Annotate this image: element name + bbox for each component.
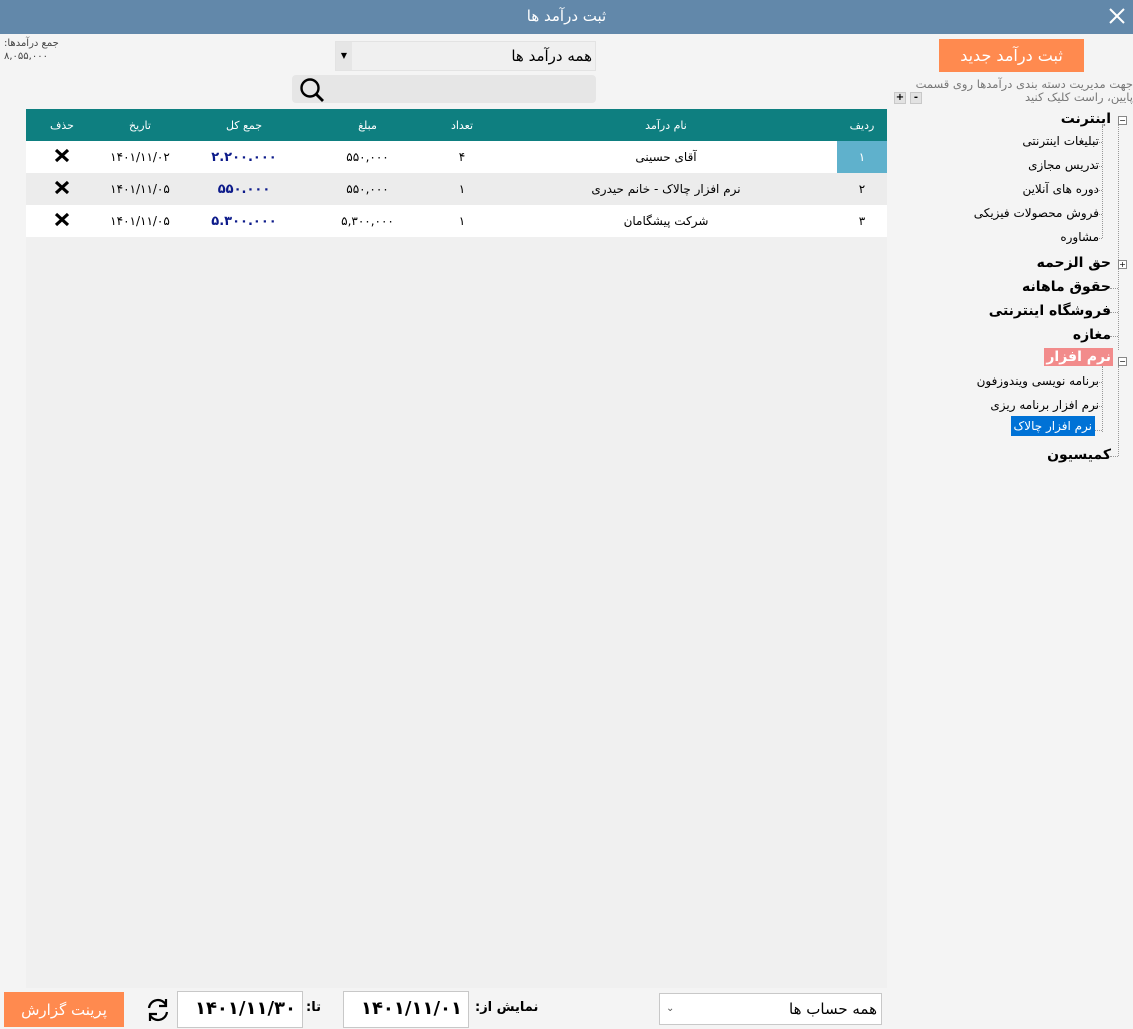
tree-connector — [1110, 312, 1118, 313]
to-date-label: تا: — [306, 1000, 321, 1015]
search-box — [292, 75, 596, 103]
window-title: ثبت درآمد ها — [526, 7, 607, 25]
cell-date: ۱۴۰۱/۱۱/۰۵ — [98, 205, 182, 237]
column-header-total[interactable]: جمع کل — [182, 109, 306, 141]
cell-name: آقای حسینی — [495, 141, 837, 173]
collapse-all-button[interactable]: - — [910, 92, 922, 104]
column-header-date: تاریخ — [98, 109, 182, 141]
from-date-input[interactable]: ۱۴۰۱/۱۱/۰۱ — [343, 991, 469, 1028]
tree-node-online-shop[interactable]: فروشگاه اینترنتی — [989, 303, 1111, 319]
cell-count: ۱ — [429, 205, 495, 237]
close-icon[interactable] — [1105, 4, 1129, 28]
tree-connector — [1118, 124, 1119, 350]
cell-amount: ۵,۳۰۰,۰۰۰ — [306, 205, 429, 237]
income-table: حذف تاریخ جمع کل مبلغ تعداد نام درآمد رد… — [26, 109, 887, 237]
cell-total: ۲.۲۰۰.۰۰۰ — [182, 141, 306, 173]
category-filter-value: همه درآمد ها — [511, 47, 592, 65]
category-tree: − + − اینترنت تبلیغات اینترنتی تدریس مجا… — [887, 108, 1133, 488]
cell-total: ۵.۳۰۰.۰۰۰ — [182, 205, 306, 237]
to-date-input[interactable]: ۱۴۰۱/۱۱/۳۰ — [177, 991, 303, 1028]
cell-amount: ۵۵۰,۰۰۰ — [306, 173, 429, 205]
cell-row-number: ۲ — [837, 173, 887, 205]
tree-node-windowsphone[interactable]: برنامه نویسی ویندوزفون — [977, 374, 1099, 388]
tree-node-commission[interactable]: کمیسیون — [1047, 447, 1111, 463]
chevron-down-icon: ⌄ — [666, 1003, 675, 1014]
collapse-toggle-icon[interactable]: − — [1118, 357, 1127, 366]
collapse-toggle-icon[interactable]: − — [1118, 116, 1127, 125]
tree-node-software-label: نرم افزار — [1044, 348, 1113, 366]
expand-all-button[interactable]: + — [894, 92, 906, 104]
print-report-button[interactable]: پرینت گزارش — [4, 992, 124, 1027]
income-table-area: حذف تاریخ جمع کل مبلغ تعداد نام درآمد رد… — [26, 109, 887, 988]
tree-node-virtual-teaching[interactable]: تدریس مجازی — [1028, 158, 1099, 172]
category-filter-select[interactable]: ▼ همه درآمد ها — [335, 41, 596, 71]
cell-row-number: ۳ — [837, 205, 887, 237]
tree-node-internet[interactable]: اینترنت — [1061, 111, 1111, 127]
category-hint: جهت مدیریت دسته بندی درآمدها روی قسمت پا… — [893, 78, 1133, 104]
cell-name: شرکت پیشگامان — [495, 205, 837, 237]
tree-node-software[interactable]: نرم افزار — [1044, 348, 1113, 366]
account-select-value: همه حساب ها — [789, 1000, 877, 1018]
cell-count: ۱ — [429, 173, 495, 205]
dropdown-arrow-icon: ▼ — [336, 42, 352, 70]
cell-row-number: ۱ — [837, 141, 887, 173]
tree-node-store[interactable]: مغازه — [1073, 327, 1111, 343]
tree-node-planning-software[interactable]: نرم افزار برنامه ریزی — [990, 398, 1099, 412]
account-select[interactable]: ⌄ همه حساب ها — [659, 993, 882, 1025]
tree-connector — [1110, 456, 1118, 457]
expand-toggle-icon[interactable]: + — [1118, 260, 1127, 269]
tree-node-online-courses[interactable]: دوره های آنلاین — [1022, 182, 1099, 196]
total-income-label: جمع درآمدها: — [4, 38, 59, 49]
from-date-label: نمایش از: — [475, 1000, 539, 1015]
total-income-value: ۸,۰۵۵,۰۰۰ — [4, 51, 48, 62]
tree-connector — [1102, 366, 1103, 432]
refresh-icon[interactable] — [144, 996, 172, 1024]
delete-icon[interactable] — [26, 205, 98, 237]
tree-node-salary[interactable]: حقوق ماهانه — [1022, 279, 1111, 295]
column-header-count[interactable]: تعداد — [429, 109, 495, 141]
cell-count: ۴ — [429, 141, 495, 173]
title-bar: ثبت درآمد ها — [0, 0, 1133, 34]
tree-node-chalak-label: نرم افزار چالاک — [1010, 416, 1095, 436]
footer-bar: پرینت گزارش ۱۴۰۱/۱۱/۳۰ تا: ۱۴۰۱/۱۱/۰۱ نم… — [0, 990, 1133, 1029]
table-row[interactable]: ۱۴۰۱/۱۱/۰۵ ۵.۳۰۰.۰۰۰ ۵,۳۰۰,۰۰۰ ۱ شرکت پی… — [26, 205, 887, 237]
new-income-button[interactable]: ثبت درآمد جدید — [939, 39, 1084, 72]
search-input[interactable] — [332, 77, 590, 101]
cell-date: ۱۴۰۱/۱۱/۰۵ — [98, 173, 182, 205]
column-header-delete: حذف — [26, 109, 98, 141]
column-header-amount[interactable]: مبلغ — [306, 109, 429, 141]
tree-connector — [1094, 430, 1102, 431]
cell-total: ۵۵۰.۰۰۰ — [182, 173, 306, 205]
column-header-row[interactable]: ردیف — [837, 109, 887, 141]
table-row[interactable]: ۱۴۰۱/۱۱/۰۵ ۵۵۰.۰۰۰ ۵۵۰,۰۰۰ ۱ نرم افزار چ… — [26, 173, 887, 205]
tree-connector — [1110, 288, 1118, 289]
delete-icon[interactable] — [26, 141, 98, 173]
tree-connector — [1118, 366, 1119, 456]
tree-node-haghozahme[interactable]: حق الزحمه — [1037, 255, 1111, 271]
tree-connector — [1110, 336, 1118, 337]
cell-amount: ۵۵۰,۰۰۰ — [306, 141, 429, 173]
column-header-name[interactable]: نام درآمد — [495, 109, 837, 141]
tree-node-chalak[interactable]: نرم افزار چالاک — [1010, 416, 1095, 436]
delete-icon[interactable] — [26, 173, 98, 205]
tree-node-internet-ads[interactable]: تبلیغات اینترنتی — [1022, 134, 1099, 148]
cell-date: ۱۴۰۱/۱۱/۰۲ — [98, 141, 182, 173]
cell-name: نرم افزار چالاک - خانم حیدری — [495, 173, 837, 205]
hint-line-2: پایین، راست کلیک کنید — [1025, 90, 1133, 104]
search-icon[interactable] — [298, 77, 326, 103]
tree-node-physical-products[interactable]: فروش محصولات فیزیکی — [974, 206, 1099, 220]
table-row[interactable]: ۱۴۰۱/۱۱/۰۲ ۲.۲۰۰.۰۰۰ ۵۵۰,۰۰۰ ۴ آقای حسین… — [26, 141, 887, 173]
tree-node-consulting[interactable]: مشاوره — [1060, 230, 1099, 244]
tree-connector — [1102, 126, 1103, 238]
